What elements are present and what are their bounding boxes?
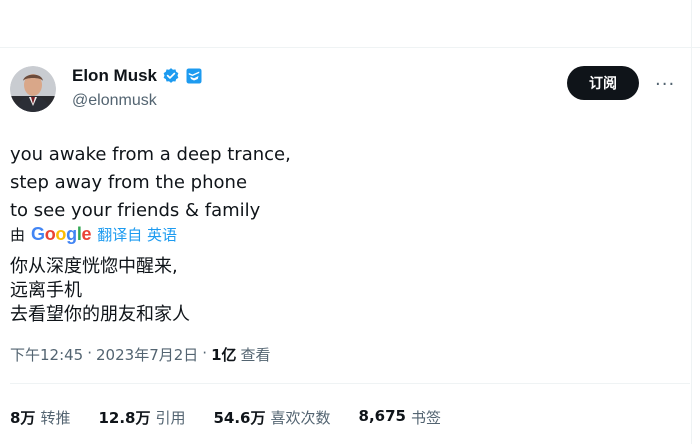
retweets-stat[interactable]: 8万 转推 bbox=[10, 407, 70, 428]
translation-attribution: 由 Google 翻译自 英语 bbox=[10, 224, 177, 245]
engagement-stats: 8万 转推 12.8万 引用 54.6万 喜欢次数 8,675 书签 bbox=[10, 407, 441, 428]
gov-badge-icon[interactable] bbox=[185, 67, 203, 85]
translated-line: 去看望你的朋友和家人 bbox=[10, 304, 190, 325]
author-name-row: Elon Musk bbox=[72, 66, 203, 86]
quotes-stat[interactable]: 12.8万 引用 bbox=[98, 407, 185, 428]
stat-label: 转推 bbox=[40, 409, 71, 427]
stat-label: 引用 bbox=[155, 409, 186, 427]
translated-line: 你从深度恍惚中醒来, bbox=[10, 256, 178, 277]
tweet-meta: 下午12:45 · 2023年7月2日 · 1亿 查看 bbox=[10, 344, 271, 365]
stat-label: 书签 bbox=[410, 409, 441, 427]
author-display-name[interactable]: Elon Musk bbox=[72, 66, 157, 86]
bookmarks-stat[interactable]: 8,675 书签 bbox=[359, 407, 441, 428]
tweet-card: Elon Musk @elonmusk 订阅 ··· you awake fro… bbox=[0, 0, 700, 444]
views-count: 1亿 bbox=[211, 346, 237, 364]
google-logo: Google bbox=[31, 224, 92, 244]
translated-text: 你从深度恍惚中醒来, 远离手机 去看望你的朋友和家人 bbox=[10, 255, 190, 327]
stat-label: 喜欢次数 bbox=[270, 409, 331, 427]
right-border bbox=[691, 0, 692, 444]
subscribe-button[interactable]: 订阅 bbox=[567, 66, 639, 100]
meta-separator: · bbox=[202, 344, 208, 362]
tweet-text: you awake from a deep trance, step away … bbox=[10, 141, 610, 225]
stat-value: 54.6万 bbox=[213, 409, 266, 427]
tweet-line: to see your friends & family bbox=[10, 200, 261, 221]
tweet-time[interactable]: 下午12:45 bbox=[10, 344, 83, 365]
avatar[interactable] bbox=[10, 66, 56, 112]
top-divider bbox=[0, 47, 700, 48]
tweet-date[interactable]: 2023年7月2日 bbox=[96, 344, 198, 365]
tweet-line: step away from the phone bbox=[10, 172, 248, 193]
avatar-image bbox=[10, 66, 56, 112]
verified-badge-icon[interactable] bbox=[162, 67, 180, 85]
translated-by-label: 由 bbox=[10, 226, 26, 244]
translated-line: 远离手机 bbox=[10, 280, 82, 301]
stats-divider bbox=[10, 383, 690, 384]
meta-separator: · bbox=[87, 344, 93, 362]
tweet-line: you awake from a deep trance, bbox=[10, 144, 291, 165]
stat-value: 8,675 bbox=[358, 407, 406, 425]
views-label: 查看 bbox=[240, 346, 271, 364]
likes-stat[interactable]: 54.6万 喜欢次数 bbox=[213, 407, 330, 428]
translated-from-link[interactable]: 翻译自 英语 bbox=[97, 224, 177, 245]
author-handle[interactable]: @elonmusk bbox=[72, 92, 157, 110]
more-options-icon[interactable]: ··· bbox=[655, 74, 675, 95]
stat-value: 12.8万 bbox=[98, 409, 151, 427]
stat-value: 8万 bbox=[10, 409, 36, 427]
